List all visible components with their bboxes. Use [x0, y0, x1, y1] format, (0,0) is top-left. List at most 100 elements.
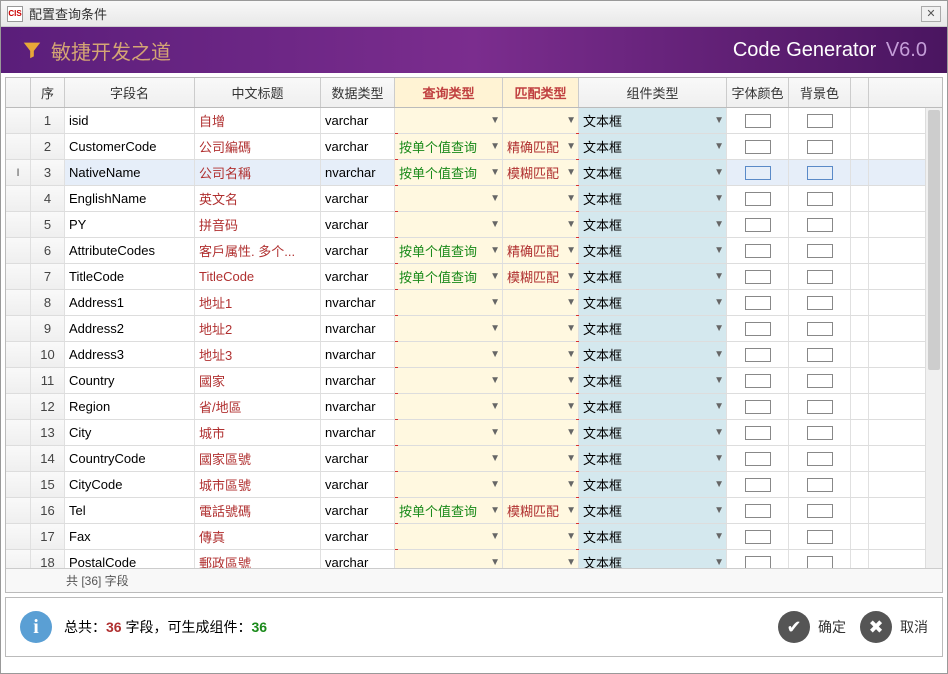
- cell-bg-color[interactable]: ▼: [789, 368, 851, 393]
- chevron-down-icon[interactable]: ▼: [566, 557, 576, 568]
- chevron-down-icon[interactable]: ▼: [714, 219, 724, 230]
- cell-cn[interactable]: 自增: [195, 108, 321, 133]
- cell-type[interactable]: varchar: [321, 238, 395, 263]
- cell-bg-color[interactable]: ▼: [789, 316, 851, 341]
- cell-type[interactable]: varchar: [321, 472, 395, 497]
- cell-ctrl[interactable]: 文本框▼: [579, 498, 727, 523]
- cell-field[interactable]: TitleCode: [65, 264, 195, 289]
- cell-type[interactable]: nvarchar: [321, 368, 395, 393]
- cell-type[interactable]: varchar: [321, 264, 395, 289]
- cell-bg-color[interactable]: ▼: [789, 264, 851, 289]
- cell-bg-color[interactable]: ▼: [789, 186, 851, 211]
- cell-type[interactable]: nvarchar: [321, 290, 395, 315]
- cell-cn[interactable]: 國家區號: [195, 446, 321, 471]
- chevron-down-icon[interactable]: ▼: [490, 167, 500, 178]
- cell-type[interactable]: varchar: [321, 550, 395, 568]
- cell-query[interactable]: ▼: [395, 290, 503, 315]
- cell-ctrl[interactable]: 文本框▼: [579, 160, 727, 185]
- chevron-down-icon[interactable]: ▼: [714, 401, 724, 412]
- cell-font-color[interactable]: ▼: [727, 238, 789, 263]
- cell-font-color[interactable]: ▼: [727, 290, 789, 315]
- chevron-down-icon[interactable]: ▼: [566, 193, 576, 204]
- cell-type[interactable]: nvarchar: [321, 394, 395, 419]
- cell-ctrl[interactable]: 文本框▼: [579, 316, 727, 341]
- chevron-down-icon[interactable]: ▼: [566, 531, 576, 542]
- header-query[interactable]: 查询类型: [395, 78, 503, 107]
- cell-cn[interactable]: 英文名: [195, 186, 321, 211]
- cell-match[interactable]: ▼: [503, 342, 579, 367]
- cell-font-color[interactable]: ▼: [727, 186, 789, 211]
- cell-cn[interactable]: 電話號碼: [195, 498, 321, 523]
- cell-cn[interactable]: 公司名稱: [195, 160, 321, 185]
- cell-type[interactable]: varchar: [321, 108, 395, 133]
- cancel-button[interactable]: ✖ 取消: [860, 611, 928, 643]
- scrollbar[interactable]: [925, 108, 942, 568]
- chevron-down-icon[interactable]: ▼: [714, 557, 724, 568]
- chevron-down-icon[interactable]: ▼: [714, 193, 724, 204]
- chevron-down-icon[interactable]: ▼: [714, 115, 724, 126]
- cell-field[interactable]: PY: [65, 212, 195, 237]
- chevron-down-icon[interactable]: ▼: [490, 531, 500, 542]
- cell-ctrl[interactable]: 文本框▼: [579, 472, 727, 497]
- header-bc[interactable]: 背景色: [789, 78, 851, 107]
- cell-match[interactable]: ▼: [503, 472, 579, 497]
- header-ctrl[interactable]: 组件类型: [579, 78, 727, 107]
- cell-query[interactable]: ▼: [395, 342, 503, 367]
- cell-font-color[interactable]: ▼: [727, 524, 789, 549]
- header-fc[interactable]: 字体颜色: [727, 78, 789, 107]
- cell-cn[interactable]: 城市區號: [195, 472, 321, 497]
- cell-ctrl[interactable]: 文本框▼: [579, 134, 727, 159]
- cell-field[interactable]: isid: [65, 108, 195, 133]
- cell-match[interactable]: 精确匹配▼: [503, 238, 579, 263]
- cell-bg-color[interactable]: ▼: [789, 108, 851, 133]
- cell-font-color[interactable]: ▼: [727, 498, 789, 523]
- chevron-down-icon[interactable]: ▼: [714, 531, 724, 542]
- chevron-down-icon[interactable]: ▼: [714, 167, 724, 178]
- cell-field[interactable]: City: [65, 420, 195, 445]
- cell-ctrl[interactable]: 文本框▼: [579, 524, 727, 549]
- cell-field[interactable]: Tel: [65, 498, 195, 523]
- cell-match[interactable]: ▼: [503, 446, 579, 471]
- cell-field[interactable]: CustomerCode: [65, 134, 195, 159]
- cell-match[interactable]: 模糊匹配▼: [503, 160, 579, 185]
- cell-bg-color[interactable]: ▼: [789, 524, 851, 549]
- chevron-down-icon[interactable]: ▼: [566, 349, 576, 360]
- chevron-down-icon[interactable]: ▼: [566, 245, 576, 256]
- chevron-down-icon[interactable]: ▼: [490, 479, 500, 490]
- table-row[interactable]: 8Address1地址1nvarchar▼▼文本框▼▼▼: [6, 290, 942, 316]
- table-row[interactable]: 12Region省/地區nvarchar▼▼文本框▼▼▼: [6, 394, 942, 420]
- chevron-down-icon[interactable]: ▼: [490, 141, 500, 152]
- cell-field[interactable]: Address3: [65, 342, 195, 367]
- table-row[interactable]: 14CountryCode國家區號varchar▼▼文本框▼▼▼: [6, 446, 942, 472]
- table-row[interactable]: 9Address2地址2nvarchar▼▼文本框▼▼▼: [6, 316, 942, 342]
- cell-query[interactable]: 按单个值查询▼: [395, 160, 503, 185]
- cell-cn[interactable]: 郵政區號: [195, 550, 321, 568]
- header-num[interactable]: 序: [31, 78, 65, 107]
- cell-font-color[interactable]: ▼: [727, 160, 789, 185]
- cell-ctrl[interactable]: 文本框▼: [579, 420, 727, 445]
- cell-cn[interactable]: 地址1: [195, 290, 321, 315]
- cell-field[interactable]: Country: [65, 368, 195, 393]
- cell-field[interactable]: Region: [65, 394, 195, 419]
- table-row[interactable]: 5PY拼音码varchar▼▼文本框▼▼▼: [6, 212, 942, 238]
- chevron-down-icon[interactable]: ▼: [490, 427, 500, 438]
- cell-type[interactable]: varchar: [321, 446, 395, 471]
- cell-type[interactable]: varchar: [321, 498, 395, 523]
- chevron-down-icon[interactable]: ▼: [490, 297, 500, 308]
- cell-match[interactable]: ▼: [503, 368, 579, 393]
- cell-field[interactable]: NativeName: [65, 160, 195, 185]
- chevron-down-icon[interactable]: ▼: [566, 167, 576, 178]
- cell-query[interactable]: ▼: [395, 316, 503, 341]
- cell-cn[interactable]: 省/地區: [195, 394, 321, 419]
- cell-bg-color[interactable]: ▼: [789, 134, 851, 159]
- cell-match[interactable]: ▼: [503, 108, 579, 133]
- cell-bg-color[interactable]: ▼: [789, 238, 851, 263]
- cell-cn[interactable]: 國家: [195, 368, 321, 393]
- cell-cn[interactable]: 傳真: [195, 524, 321, 549]
- chevron-down-icon[interactable]: ▼: [566, 219, 576, 230]
- table-row[interactable]: 18PostalCode郵政區號varchar▼▼文本框▼▼▼: [6, 550, 942, 568]
- cell-ctrl[interactable]: 文本框▼: [579, 108, 727, 133]
- cell-ctrl[interactable]: 文本框▼: [579, 186, 727, 211]
- cell-ctrl[interactable]: 文本框▼: [579, 394, 727, 419]
- chevron-down-icon[interactable]: ▼: [490, 245, 500, 256]
